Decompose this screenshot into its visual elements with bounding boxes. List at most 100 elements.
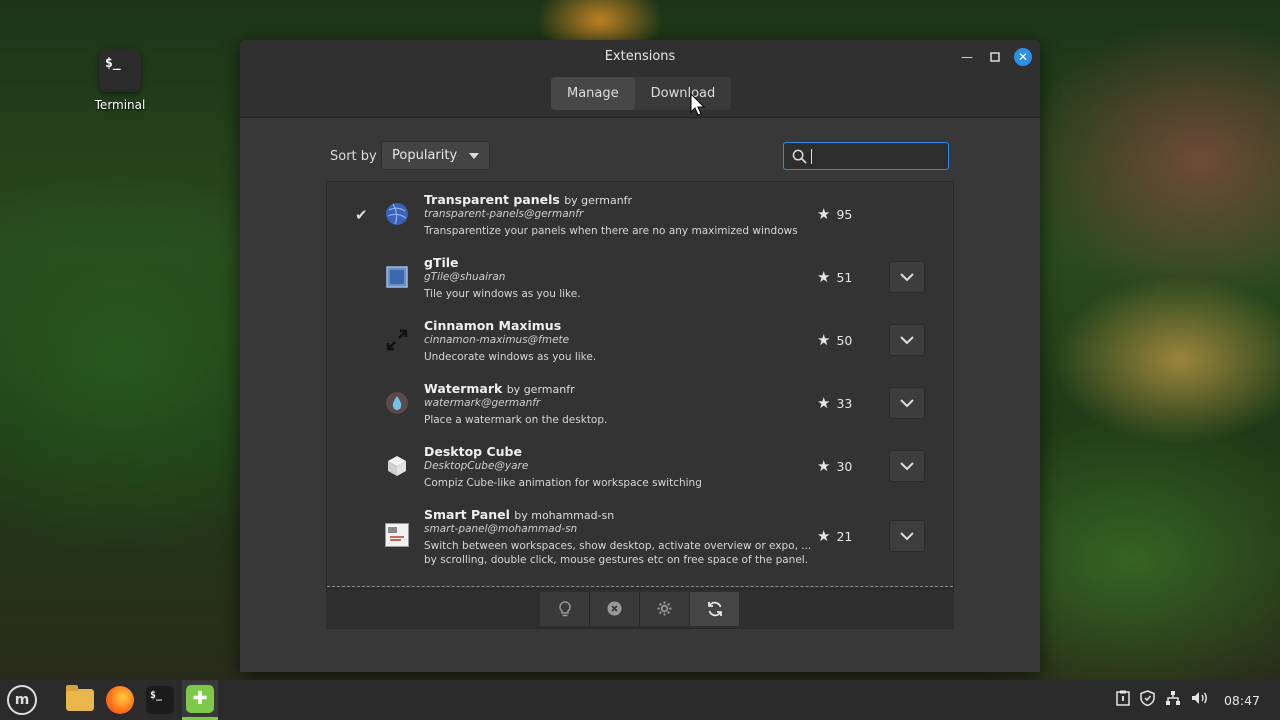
system-tray: 08:47 — [1116, 690, 1280, 710]
list-item[interactable]: Cinnamon Maximus cinnamon-maximus@fmete … — [327, 308, 953, 371]
list-item[interactable]: gTile gTile@shuairan Tile your windows a… — [327, 245, 953, 308]
desktop-terminal-shortcut[interactable]: $_ Terminal — [88, 50, 152, 112]
expand-arrows-icon — [385, 328, 409, 352]
remove-circle-icon — [607, 601, 622, 616]
smart-panel-icon — [385, 523, 409, 547]
chevron-down-icon — [900, 461, 914, 470]
minimize-icon[interactable]: — — [958, 48, 976, 66]
extensions-window: Extensions — ✕ Manage Download Sort by P… — [240, 40, 1040, 672]
mouse-cursor-icon — [690, 92, 706, 120]
taskbar-files[interactable] — [62, 682, 98, 718]
clipboard-icon[interactable] — [1116, 690, 1130, 710]
extension-rating: ★ 21 — [817, 527, 853, 545]
tile-grid-icon — [385, 265, 409, 289]
cube-icon — [385, 454, 409, 478]
terminal-icon: $_ — [146, 686, 174, 714]
taskbar-firefox[interactable] — [102, 682, 138, 718]
expand-button[interactable] — [889, 261, 925, 293]
extension-name: Watermark by germanfr — [424, 381, 575, 396]
clock[interactable]: 08:47 — [1224, 693, 1260, 708]
extension-name: Transparent panels by germanfr — [424, 192, 633, 207]
sort-dropdown[interactable]: Popularity — [381, 141, 490, 170]
desktop-icon-label: Terminal — [94, 98, 146, 112]
extension-description: Compiz Cube-like animation for workspace… — [424, 477, 702, 489]
star-icon: ★ — [817, 268, 831, 286]
taskbar-extensions[interactable]: ✚ — [182, 680, 218, 720]
volume-icon[interactable] — [1191, 690, 1208, 710]
maximize-icon[interactable] — [986, 48, 1004, 66]
extension-name: Smart Panel by mohammad-sn — [424, 507, 615, 522]
tab-manage[interactable]: Manage — [551, 77, 635, 110]
list-item[interactable]: Smart Panel by mohammad-sn smart-panel@m… — [327, 497, 953, 577]
terminal-icon: $_ — [99, 50, 141, 92]
search-icon — [792, 149, 807, 164]
extension-rating: ★ 50 — [817, 331, 853, 349]
close-icon[interactable]: ✕ — [1014, 48, 1032, 66]
menu-button[interactable]: m — [4, 682, 40, 718]
extension-description: Transparentize your panels when there ar… — [424, 225, 798, 237]
globe-icon — [385, 202, 409, 226]
extension-uuid: watermark@germanfr — [424, 397, 541, 409]
extensions-list: ✔ Transparent panels by germanfr transpa… — [326, 181, 954, 629]
star-icon: ★ — [817, 394, 831, 412]
star-icon: ★ — [817, 331, 831, 349]
window-titlebar[interactable]: Extensions — ✕ Manage Download — [240, 40, 1040, 118]
refresh-button[interactable] — [690, 591, 740, 626]
lightbulb-icon — [558, 600, 571, 616]
extension-name: Cinnamon Maximus — [424, 318, 562, 333]
star-icon: ★ — [817, 457, 831, 475]
extension-rating: ★ 95 — [817, 205, 853, 223]
taskbar: m $_ ✚ 08:47 — [0, 680, 1280, 720]
extension-description: Place a watermark on the desktop. — [424, 414, 608, 426]
window-title: Extensions — [604, 49, 676, 64]
text-caret — [811, 148, 812, 164]
chevron-down-icon — [900, 531, 914, 540]
extension-uuid: transparent-panels@germanfr — [424, 208, 584, 220]
search-field[interactable] — [783, 142, 949, 170]
chevron-down-icon — [900, 272, 914, 281]
list-action-bar — [327, 588, 953, 628]
extension-uuid: smart-panel@mohammad-sn — [424, 523, 578, 535]
extension-rating: ★ 30 — [817, 457, 853, 475]
extension-rating: ★ 33 — [817, 394, 853, 412]
expand-button[interactable] — [889, 450, 925, 482]
extension-description: Tile your windows as you like. — [424, 288, 581, 300]
chevron-down-icon — [900, 335, 914, 344]
configure-button[interactable] — [640, 591, 690, 626]
sort-label: Sort by — [330, 149, 377, 164]
chevron-down-icon — [469, 152, 479, 159]
sort-value: Popularity — [392, 148, 458, 163]
expand-button[interactable] — [889, 520, 925, 552]
star-icon: ★ — [817, 205, 831, 223]
list-item[interactable]: ✔ Transparent panels by germanfr transpa… — [327, 182, 953, 245]
tab-download[interactable]: Download — [635, 77, 732, 110]
puzzle-piece-icon: ✚ — [186, 684, 214, 713]
star-icon: ★ — [817, 527, 831, 545]
gear-icon — [657, 601, 672, 616]
taskbar-terminal[interactable]: $_ — [142, 682, 178, 718]
extension-uuid: DesktopCube@yare — [424, 460, 529, 472]
network-icon[interactable] — [1165, 690, 1181, 710]
checkmark-icon: ✔ — [355, 206, 368, 224]
extension-description: Undecorate windows as you like. — [424, 351, 597, 363]
chevron-down-icon — [900, 398, 914, 407]
firefox-icon — [106, 686, 134, 714]
refresh-icon — [707, 601, 722, 616]
shield-icon[interactable] — [1140, 690, 1155, 710]
search-input[interactable] — [818, 148, 948, 164]
extension-uuid: cinnamon-maximus@fmete — [424, 334, 570, 346]
list-item[interactable]: Watermark by germanfr watermark@germanfr… — [327, 371, 953, 434]
linux-mint-logo-icon: m — [7, 685, 37, 715]
list-item[interactable]: Desktop Cube DesktopCube@yare Compiz Cub… — [327, 434, 953, 497]
extension-name: Desktop Cube — [424, 444, 522, 459]
lightbulb-button[interactable] — [540, 591, 590, 626]
extension-name: gTile — [424, 255, 459, 270]
expand-button[interactable] — [889, 387, 925, 419]
extension-description: Switch between workspaces, show desktop,… — [424, 540, 812, 566]
extension-uuid: gTile@shuairan — [424, 271, 506, 283]
expand-button[interactable] — [889, 324, 925, 356]
remove-button[interactable] — [590, 591, 640, 626]
extension-rating: ★ 51 — [817, 268, 853, 286]
folder-icon — [66, 685, 94, 711]
water-drop-icon — [385, 391, 409, 415]
